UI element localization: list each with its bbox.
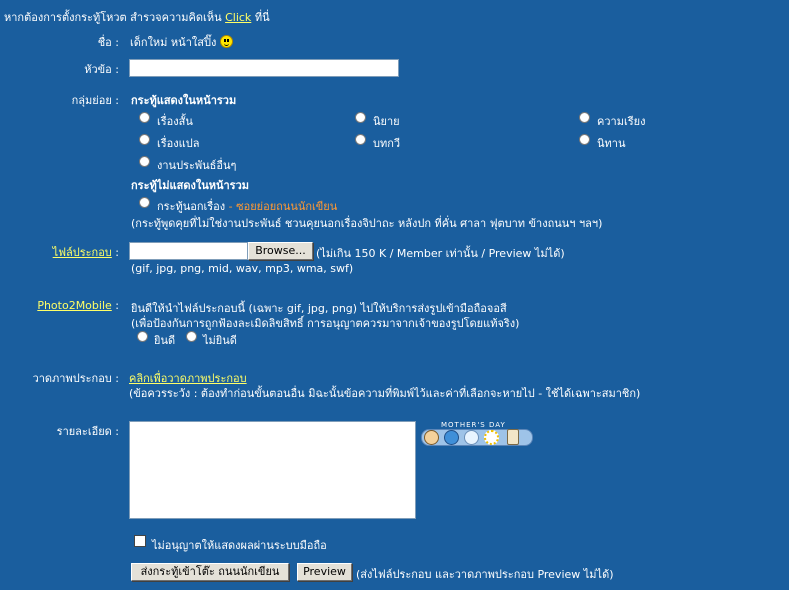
- heart-icon[interactable]: [444, 430, 459, 445]
- radio-photo-yes[interactable]: [137, 331, 148, 342]
- header-suffix: ที่นี่: [254, 11, 270, 24]
- option-novel: นิยาย: [373, 115, 400, 128]
- radio-other-work[interactable]: [139, 156, 150, 167]
- radio-poem[interactable]: [355, 134, 366, 145]
- draw-note: (ข้อควรระวัง : ต้องทำก่อนขั้นตอนอื่น มิฉ…: [129, 387, 641, 400]
- file-path-input[interactable]: [129, 242, 248, 260]
- jasmine-flower-icon[interactable]: [484, 430, 499, 445]
- photo-label-colon: :: [115, 299, 119, 312]
- group-label: กลุ่มย่อย :: [71, 94, 119, 107]
- emoticon-strip[interactable]: MOTHER'S DAY: [421, 421, 533, 447]
- option-translation: เรื่องแปล: [157, 137, 200, 150]
- emoticon-title: MOTHER'S DAY: [441, 421, 506, 429]
- hidden-heading: กระทู้ไม่แสดงในหน้ารวม: [131, 179, 250, 192]
- option-essay: ความเรียง: [597, 115, 646, 128]
- mobile-block-checkbox[interactable]: [134, 535, 146, 547]
- mother-face-icon[interactable]: [424, 430, 439, 445]
- radio-translation[interactable]: [139, 134, 150, 145]
- file-limit-note: (ไม่เกิน 150 K / Member เท่านั้น / Previ…: [316, 247, 565, 260]
- option-short-story: เรื่องสั้น: [157, 115, 193, 128]
- bottle-icon[interactable]: [507, 429, 519, 445]
- smiley-icon: [219, 35, 233, 48]
- photo-yes-label: ยินดี: [154, 334, 176, 347]
- shown-heading: กระทู้แสดงในหน้ารวม: [131, 94, 237, 107]
- preview-button[interactable]: Preview: [297, 563, 352, 581]
- header-intro: หากต้องการตั้งกระทู้โหวต สำรวจความคิดเห็…: [4, 11, 222, 24]
- radio-short-story[interactable]: [139, 112, 150, 123]
- radio-photo-no[interactable]: [186, 331, 197, 342]
- file-label-colon: :: [115, 246, 119, 259]
- option-poem: บทกวี: [373, 137, 401, 150]
- submit-button[interactable]: ส่งกระทู้เข้าโต๊ะ ถนนนักเขียน: [131, 563, 289, 581]
- off-topic-suffix: - ซอยย่อยถนนนักเขียน: [228, 200, 338, 213]
- option-tale: นิทาน: [597, 137, 626, 150]
- file-label-wrap: ไฟล์ประกอบ :: [53, 243, 119, 261]
- photo-no-label: ไม่ยินดี: [203, 334, 237, 347]
- radio-essay[interactable]: [579, 112, 590, 123]
- option-off-topic-wrap: กระทู้นอกเรื่อง - ซอยย่อยถนนนักเขียน: [157, 197, 337, 215]
- photo2mobile-link[interactable]: Photo2Mobile: [37, 299, 111, 312]
- option-off-topic: กระทู้นอกเรื่อง: [157, 200, 226, 213]
- file-types-note: (gif, jpg, png, mid, wav, mp3, wma, swf): [131, 262, 354, 275]
- file-label-link[interactable]: ไฟล์ประกอบ: [53, 246, 112, 259]
- radio-tale[interactable]: [579, 134, 590, 145]
- off-topic-note: (กระทู้พูดคุยที่ไม่ใช่งานประพันธ์ ชวนคุย…: [131, 217, 603, 230]
- photo-line2: (เพื่อป้องกันการถูกฟ้องละเมิดลิขสิทธิ์ ก…: [131, 317, 520, 330]
- click-link[interactable]: Click: [225, 11, 251, 24]
- radio-off-topic[interactable]: [139, 197, 150, 208]
- browse-button[interactable]: Browse...: [248, 242, 313, 260]
- radio-novel[interactable]: [355, 112, 366, 123]
- name-label: ชื่อ :: [97, 36, 119, 49]
- globe-icon[interactable]: [464, 430, 479, 445]
- preview-note: (ส่งไฟล์ประกอบ และวาดภาพประกอบ Preview ไ…: [356, 568, 614, 581]
- name-value-wrap: เด็กใหม่ หน้าใสปิ๊ง: [130, 33, 233, 51]
- detail-label: รายละเอียด :: [56, 425, 119, 438]
- option-other-work: งานประพันธ์อื่นๆ: [157, 159, 237, 172]
- subject-label: หัวข้อ :: [84, 63, 119, 76]
- name-value: เด็กใหม่ หน้าใสปิ๊ง: [130, 36, 217, 49]
- draw-label: วาดภาพประกอบ :: [32, 372, 119, 385]
- photo-label-wrap: Photo2Mobile :: [37, 299, 119, 312]
- mobile-block-label: ไม่อนุญาตให้แสดงผลผ่านระบบมือถือ: [152, 539, 327, 552]
- header-line: หากต้องการตั้งกระทู้โหวต สำรวจความคิดเห็…: [4, 8, 270, 26]
- subject-input[interactable]: [129, 59, 399, 77]
- detail-textarea[interactable]: [129, 421, 416, 519]
